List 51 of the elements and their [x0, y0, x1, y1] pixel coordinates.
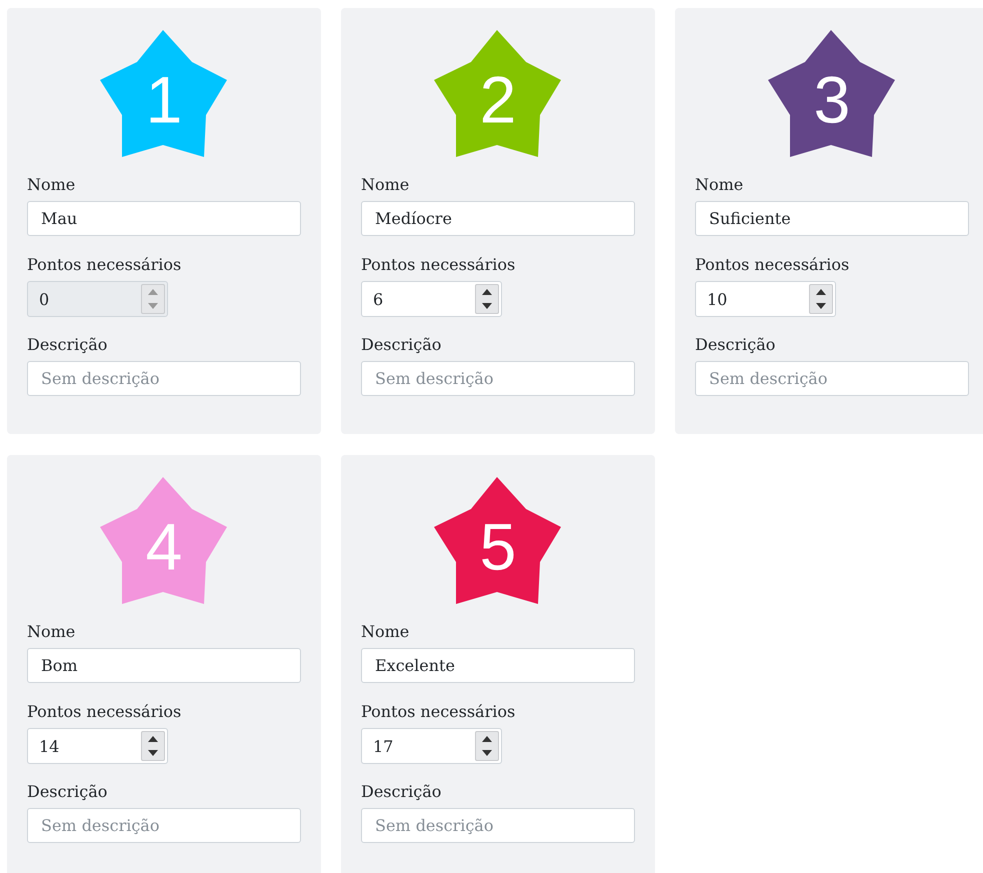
caret-down-icon [482, 750, 492, 756]
description-field[interactable]: Sem descrição [27, 808, 301, 843]
number-input[interactable]: 10 [696, 282, 807, 316]
level-number: 4 [146, 513, 182, 580]
number-input[interactable]: 14 [28, 729, 139, 763]
caret-up-icon [816, 289, 826, 296]
level-number: 2 [480, 66, 516, 132]
field-label: Descrição [361, 780, 442, 803]
name-field[interactable]: Bom [27, 648, 301, 684]
number-input[interactable]: 17 [362, 729, 473, 763]
caret-down-icon [816, 302, 826, 309]
caret-up-icon [482, 289, 492, 296]
caret-up-icon [482, 736, 492, 742]
field-label: Nome [27, 174, 76, 196]
description-field[interactable]: Sem descrição [361, 808, 635, 843]
level-number: 5 [480, 513, 516, 580]
field-label: Descrição [27, 780, 108, 803]
caret-up-icon [148, 289, 158, 296]
number-field[interactable]: 6 [361, 281, 502, 317]
field-label: Nome [361, 174, 410, 196]
field-label: Pontos necessários [27, 701, 182, 724]
number-field[interactable]: 14 [27, 728, 168, 764]
field-label: Pontos necessários [361, 254, 516, 276]
level-number: 1 [146, 66, 182, 132]
field-label: Descrição [27, 334, 108, 356]
caret-down-icon [148, 302, 158, 309]
caret-down-icon [482, 302, 492, 309]
description-field[interactable]: Sem descrição [361, 360, 635, 396]
star-icon [100, 477, 228, 605]
name-field[interactable]: Excelente [361, 648, 635, 684]
field-label: Nome [695, 174, 744, 196]
caret-up-icon [148, 736, 158, 742]
name-field[interactable]: Suficiente [695, 201, 969, 236]
field-label: Descrição [695, 334, 776, 356]
name-field[interactable]: Medíocre [361, 201, 635, 236]
star-icon [768, 30, 896, 158]
star-icon [434, 30, 562, 158]
field-label: Pontos necessários [695, 254, 850, 276]
field-label: Nome [361, 621, 410, 643]
caret-down-icon [148, 750, 158, 756]
number-field[interactable]: 17 [361, 728, 502, 764]
field-label: Pontos necessários [27, 254, 182, 276]
number-field[interactable]: 10 [695, 281, 836, 317]
number-input[interactable]: 6 [362, 282, 473, 316]
description-field[interactable]: Sem descrição [695, 360, 969, 396]
field-label: Nome [27, 621, 76, 643]
level-number: 3 [814, 66, 850, 132]
star-icon [434, 477, 562, 605]
field-label: Descrição [361, 334, 442, 356]
star-icon [100, 30, 228, 158]
field-label: Pontos necessários [361, 701, 516, 724]
